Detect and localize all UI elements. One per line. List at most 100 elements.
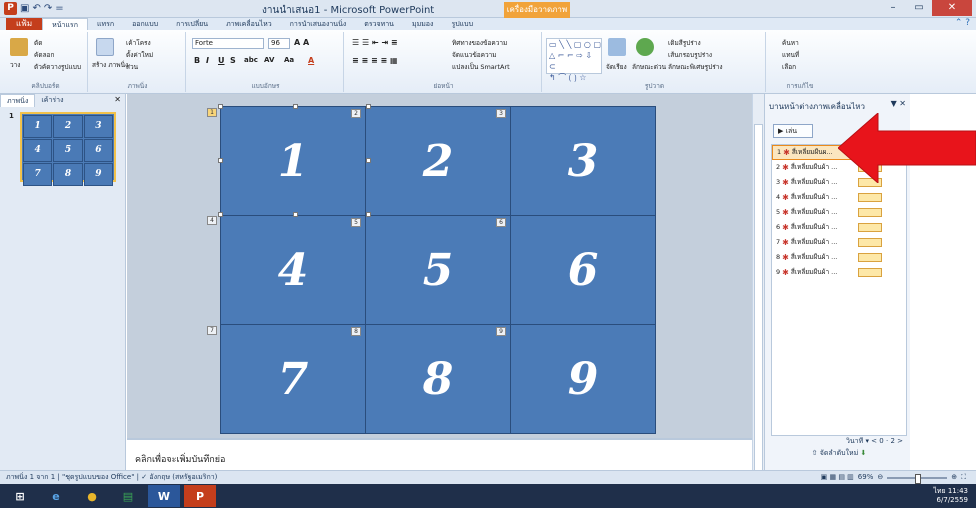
redo-icon[interactable]: ↷ [44,3,52,14]
rectangle-4[interactable]: 45 [221,216,365,324]
tab-home[interactable]: หน้าแรก [42,18,88,30]
selection-handle[interactable] [218,212,223,217]
word-icon[interactable]: W [148,485,180,507]
tray-lang[interactable]: ไทย [933,487,945,495]
tab-slideshow[interactable]: การนำเสนองานนิ่ง [281,18,356,30]
find-button[interactable]: ค้นหา [782,38,799,48]
qat-menu-icon[interactable]: = [55,3,63,14]
selection-handle[interactable] [293,212,298,217]
tab-review[interactable]: ตรวจทาน [355,18,403,30]
zoom-out-icon[interactable]: ⊖ [877,471,883,484]
quick-styles-icon[interactable] [636,38,654,56]
selection-handle[interactable] [366,104,371,109]
animation-item[interactable]: 5 ✱ สี่เหลี่ยมผืนผ้า ... [772,205,906,220]
move-up-icon[interactable]: ⇧ [812,449,818,457]
bullets-icon[interactable]: ☰ ☰ ⇤ ⇥ ≡ [352,38,398,47]
shape-effects-button[interactable]: ลักษณะพิเศษรูปร่าง [668,62,723,72]
font-name-combo[interactable]: Forte [192,38,264,49]
quick-styles-button[interactable]: ลักษณะด่วน [632,62,666,72]
strikethrough-button[interactable]: abc [244,56,258,64]
format-painter-button[interactable]: ตัวคัดวางรูปแบบ [34,62,81,72]
store-icon[interactable]: ▤ [112,485,144,507]
zoom-level[interactable]: 69% [858,471,874,484]
new-slide-button[interactable]: สร้าง ภาพนิ่ง [92,60,128,70]
rectangle-2[interactable]: 23 [366,107,510,215]
rectangle-7[interactable]: 78 [221,325,365,433]
slide[interactable]: 12 23 3 45 56 6 78 89 9 [220,106,656,434]
ie-icon[interactable]: e [40,485,72,507]
powerpoint-taskbar-icon[interactable]: P [184,485,216,507]
play-button[interactable]: ▶ เล่น [773,124,813,138]
animation-item[interactable]: 6 ✱ สี่เหลี่ยมผืนผ้า ... [772,220,906,235]
minimize-button[interactable]: – [880,0,906,16]
slide-thumbnail[interactable]: 1 2 3 4 5 6 7 8 9 [20,112,116,186]
context-tab-drawing-tools[interactable]: เครื่องมือวาดภาพ [504,2,570,18]
shape-fill-button[interactable]: เติมสีรูปร่าง [668,38,701,48]
pane-close-icon[interactable]: ▼ ✕ [891,99,906,108]
powerpoint-icon[interactable]: P [4,2,17,15]
font-size-combo[interactable]: 96 [268,38,290,49]
close-button[interactable]: ✕ [932,0,972,16]
tab-format[interactable]: รูปแบบ [442,18,482,30]
font-color-button[interactable]: A [308,56,314,65]
selection-handle[interactable] [218,104,223,109]
section-button[interactable]: ส่วน [126,62,138,72]
notes-pane[interactable]: คลิกเพื่อจะเพิ่มบันทึกย่อ [127,438,752,470]
animation-item[interactable]: 8 ✱ สี่เหลี่ยมผืนผ้า ... [772,250,906,265]
undo-icon[interactable]: ↶ [32,3,40,14]
copy-button[interactable]: คัดลอก [34,50,54,60]
grow-font-icon[interactable]: A A [294,38,309,47]
scrollbar-thumb[interactable] [754,124,763,484]
tab-insert[interactable]: แทรก [88,18,123,30]
new-slide-icon[interactable] [96,38,114,56]
selection-handle[interactable] [366,158,371,163]
selection-handle[interactable] [366,212,371,217]
tab-view[interactable]: มุมมอง [403,18,442,30]
animation-item[interactable]: 7 ✱ สี่เหลี่ยมผืนผ้า ... [772,235,906,250]
arrange-icon[interactable] [608,38,626,56]
help-icon[interactable]: ⌃ ? [955,18,970,28]
rectangle-3[interactable]: 3 [511,107,655,215]
rectangle-5[interactable]: 56 [366,216,510,324]
bold-button[interactable]: B [194,56,200,65]
move-down-icon[interactable]: ⬇ [860,449,866,457]
shadow-button[interactable]: S [230,56,236,65]
selection-handle[interactable] [293,104,298,109]
animation-item[interactable]: 9 ✱ สี่เหลี่ยมผืนผ้า ... [772,265,906,280]
tab-animations[interactable]: ภาพเคลื่อนไหว [217,18,281,30]
selection-handle[interactable] [218,158,223,163]
panel-close-icon[interactable]: ✕ [114,95,121,104]
tab-outline-panel[interactable]: เค้าร่าง [35,94,69,107]
paste-icon[interactable] [10,38,28,56]
shape-outline-button[interactable]: เส้นกรอบรูปร่าง [668,50,712,60]
tab-file[interactable]: แฟ้ม [6,18,43,30]
rectangle-8[interactable]: 89 [366,325,510,433]
zoom-slider[interactable] [887,473,948,484]
fit-window-icon[interactable]: ⛶ [961,471,966,484]
cut-button[interactable]: ตัด [34,38,42,48]
select-button[interactable]: เลือก [782,62,796,72]
view-buttons[interactable]: ▣ ▦ ▤ ▥ [821,471,854,484]
rectangle-9[interactable]: 9 [511,325,655,433]
replace-button[interactable]: แทนที่ [782,50,799,60]
layout-button[interactable]: เค้าโครง [126,38,151,48]
maximize-button[interactable]: ▭ [906,0,932,16]
save-icon[interactable]: ▣ [20,3,29,14]
italic-button[interactable]: I [206,56,209,65]
change-case-button[interactable]: Aa [284,56,294,64]
paste-button[interactable]: วาง [10,60,20,70]
zoom-in-icon[interactable]: ⊕ [951,471,957,484]
text-direction-button[interactable]: ทิศทางของข้อความ [452,38,507,48]
align-icon[interactable]: ≡ ≡ ≡ ≡ ▦ [352,56,398,65]
chrome-icon[interactable]: ● [76,485,108,507]
reset-button[interactable]: ตั้งค่าใหม่ [126,50,153,60]
shapes-gallery[interactable]: ▭ ╲ ╲ ▢ ○ ▢ △ ⌐ ⌐ ⇨ ⇩ ⊂ ↰ ⌒ ⟮ ⟯ ☆ [546,38,602,82]
tab-transitions[interactable]: การเปลี่ยน [167,18,217,30]
smartart-button[interactable]: แปลงเป็น SmartArt [452,62,510,72]
tab-slides-panel[interactable]: ภาพนิ่ง [0,94,36,107]
rectangle-1[interactable]: 12 [221,107,365,215]
tab-design[interactable]: ออกแบบ [123,18,167,30]
align-text-button[interactable]: จัดแนวข้อความ [452,50,497,60]
rectangle-6[interactable]: 6 [511,216,655,324]
vertical-scrollbar[interactable] [752,94,764,484]
